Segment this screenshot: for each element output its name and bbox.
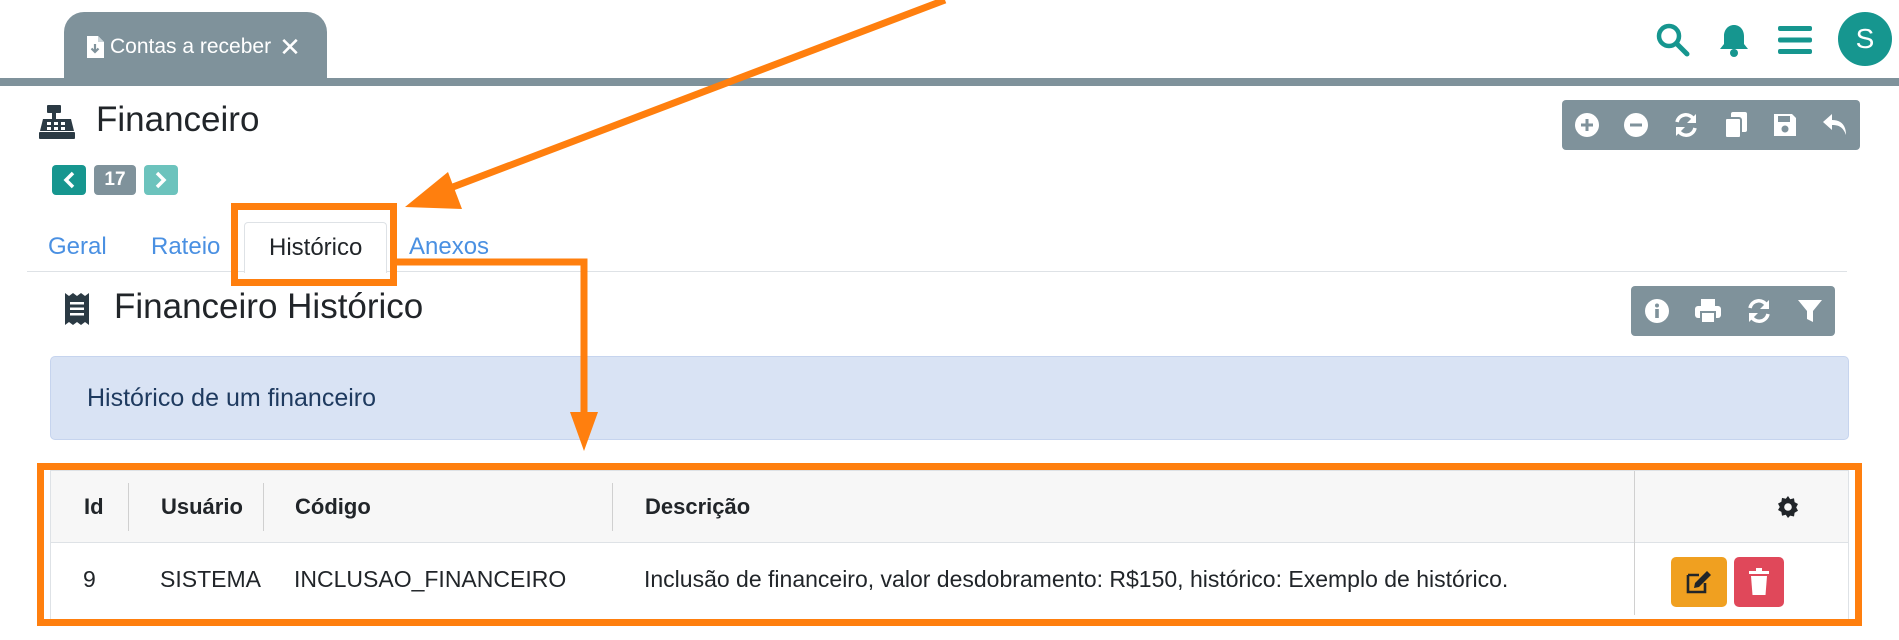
file-download-icon [87,36,104,58]
annotation-highlight-tab [231,203,397,286]
annotation-highlight-table [37,463,1862,626]
tab-anexos-label: Anexos [409,233,490,260]
save-icon[interactable] [1765,105,1805,145]
page-title: Financeiro [96,100,260,139]
top-bar: Contas a receber ✕ S [0,0,1899,86]
section-title: Financeiro Histórico [114,287,424,326]
prev-record-button[interactable] [52,165,86,195]
record-toolbar [1562,100,1860,150]
user-avatar[interactable]: S [1838,12,1892,66]
section-toolbar [1631,286,1835,336]
cash-register-icon [39,105,75,139]
close-icon[interactable]: ✕ [279,32,301,63]
tab-rateio[interactable]: Rateio [151,222,220,272]
info-banner: Histórico de um financeiro [50,356,1849,440]
filter-icon[interactable] [1790,291,1830,331]
print-icon[interactable] [1688,291,1728,331]
info-icon[interactable] [1637,291,1677,331]
browser-tab[interactable]: Contas a receber ✕ [64,12,327,82]
next-record-button[interactable] [144,165,178,195]
top-divider [0,78,1899,86]
bell-icon[interactable] [1712,18,1756,62]
search-icon[interactable] [1651,18,1695,62]
tab-geral[interactable]: Geral [48,222,107,272]
remove-icon[interactable] [1616,105,1656,145]
browser-tab-label: Contas a receber [110,35,272,58]
undo-icon[interactable] [1815,105,1855,145]
record-number: 17 [94,165,136,195]
tab-anexos[interactable]: Anexos [409,222,489,272]
record-number-text: 17 [104,169,126,190]
tab-rateio-label: Rateio [151,233,221,260]
refresh-icon[interactable] [1739,291,1779,331]
menu-icon[interactable] [1773,18,1817,62]
record-pager: 17 [52,165,178,195]
refresh-icon[interactable] [1666,105,1706,145]
tab-geral-label: Geral [48,233,107,260]
copy-icon[interactable] [1716,105,1756,145]
receipt-icon [65,293,89,325]
avatar-initial: S [1855,23,1875,54]
info-banner-text: Histórico de um financeiro [87,383,377,412]
add-icon[interactable] [1567,105,1607,145]
